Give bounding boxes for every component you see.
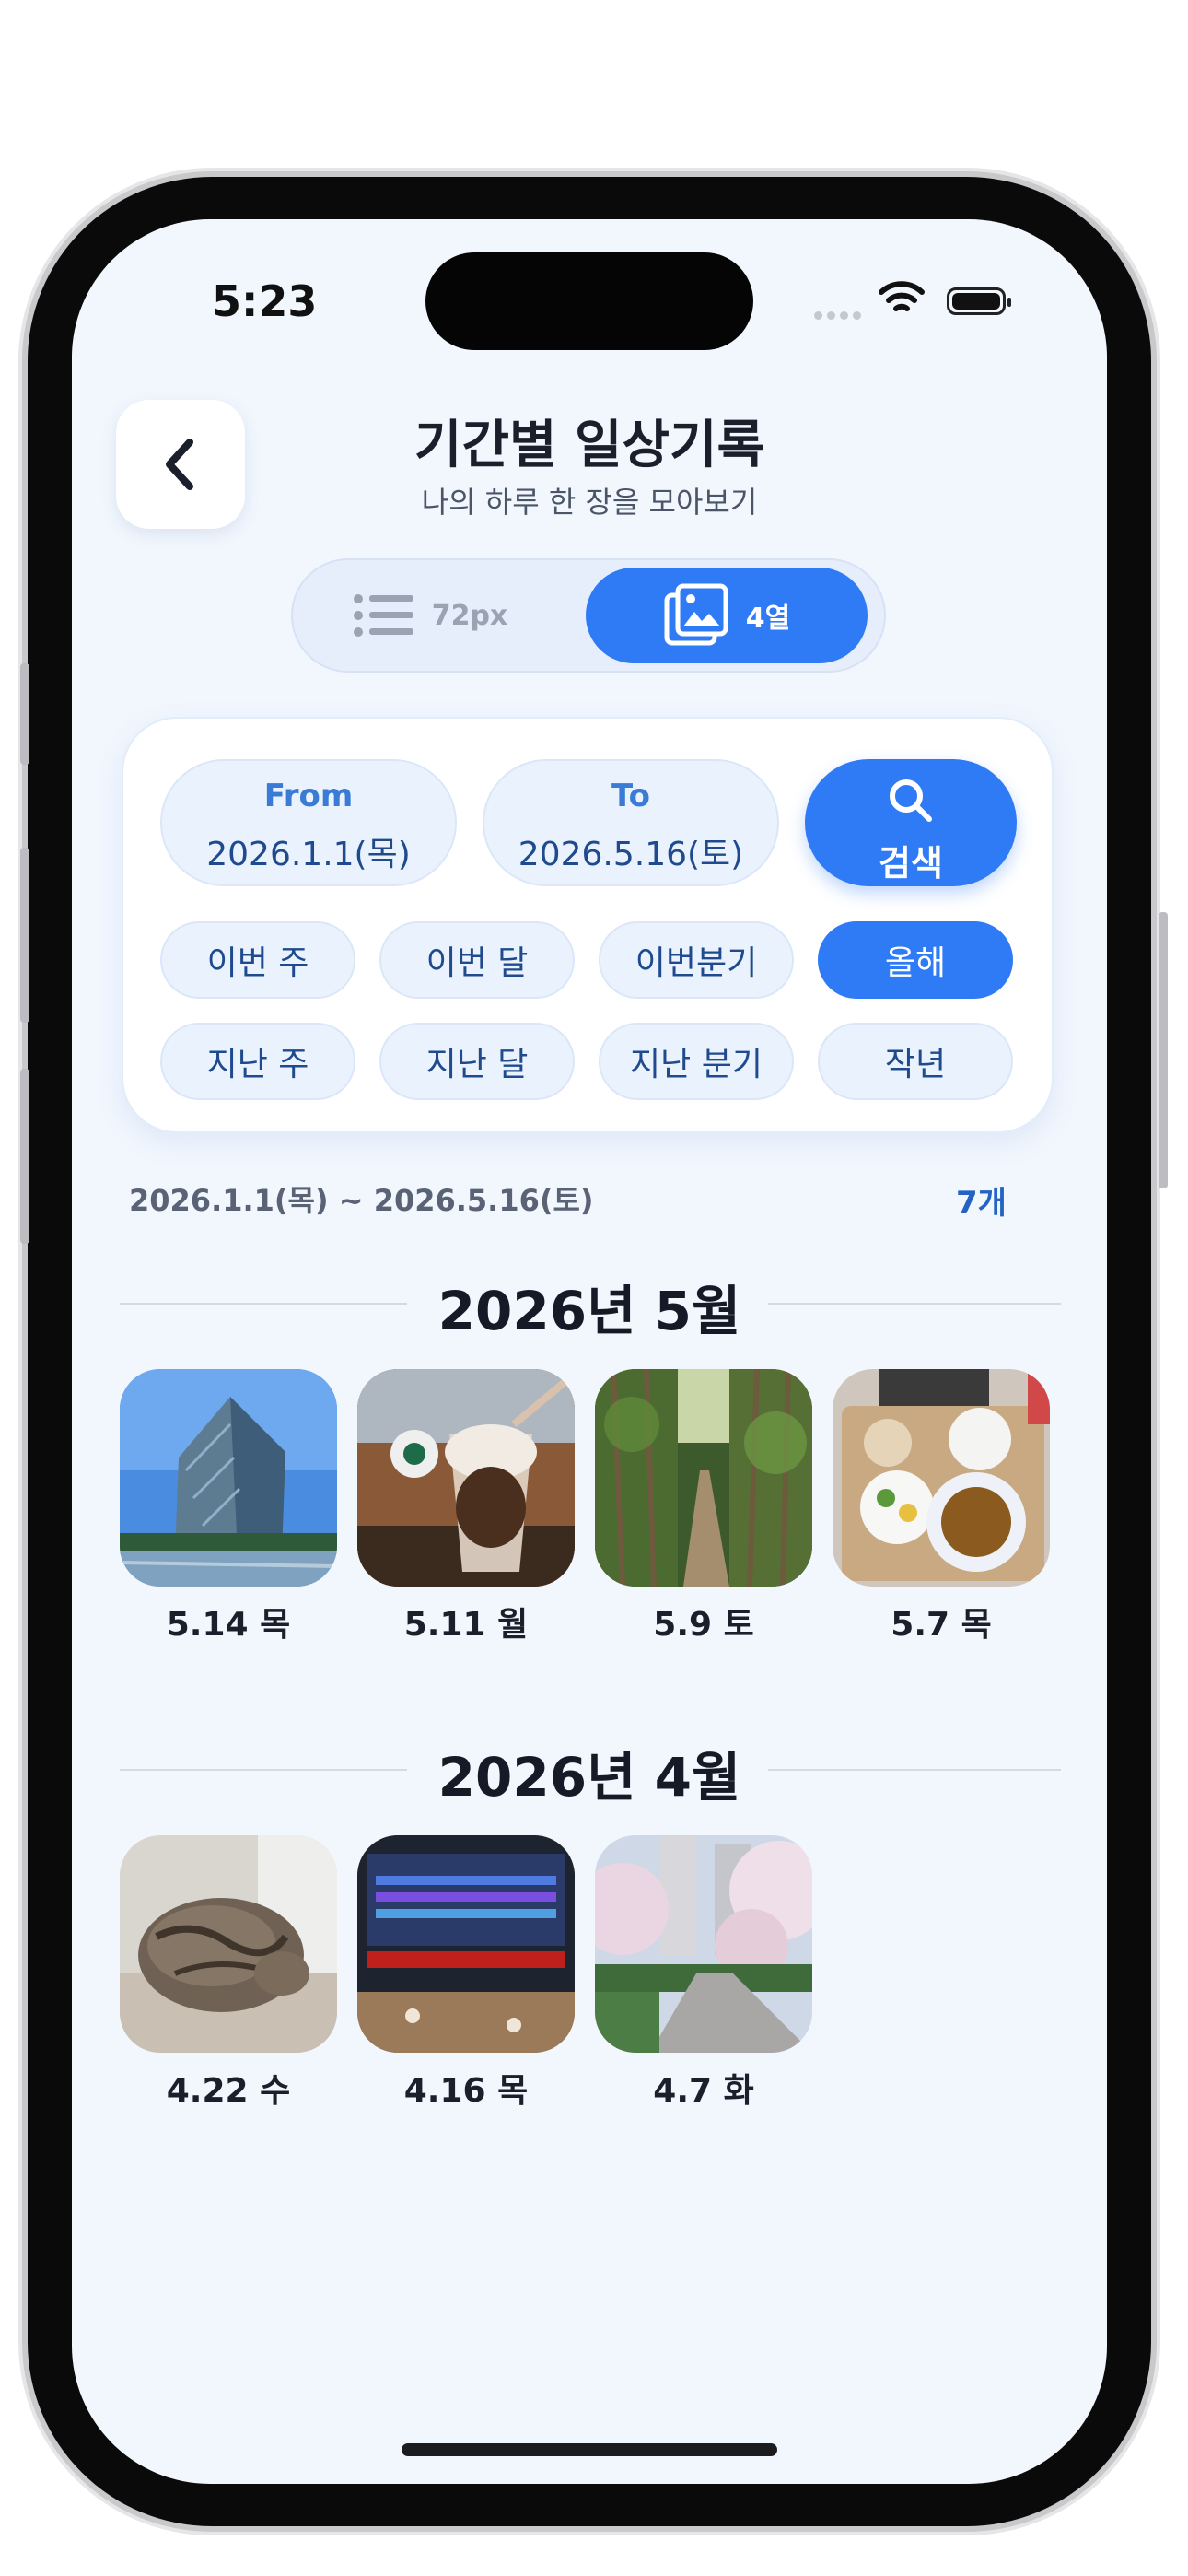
- photo-gallery-icon: [664, 583, 728, 646]
- preset-this-month[interactable]: 이번 달: [379, 921, 575, 999]
- photo-caption: 4.7 화: [653, 2072, 754, 2110]
- search-label: 검색: [879, 843, 943, 884]
- preset-this-quarter[interactable]: 이번분기: [599, 921, 794, 999]
- photo-caption: 4.22 수: [166, 2072, 291, 2110]
- preset-this-week[interactable]: 이번 주: [160, 921, 355, 999]
- preset-last-year[interactable]: 작년: [818, 1023, 1013, 1100]
- to-date-picker[interactable]: To 2026.5.16(토): [483, 759, 779, 886]
- home-indicator: [402, 2443, 777, 2456]
- side-button: [20, 663, 29, 765]
- grid-view-button[interactable]: 4열: [586, 568, 868, 663]
- photo-thumbnail[interactable]: [357, 1369, 575, 1587]
- from-label: From: [263, 778, 354, 814]
- screen: 5:23 기간별 일상기록 나의 하루 한 장을 모아보기 72px 4열 Fr…: [72, 219, 1107, 2484]
- status-time: 5:23: [212, 276, 318, 326]
- power-button: [1159, 912, 1168, 1188]
- search-icon: [890, 779, 932, 822]
- photo-caption: 5.7 목: [891, 1606, 992, 1644]
- photo-thumbnail[interactable]: [357, 1835, 575, 2053]
- photo-caption: 5.9 토: [653, 1606, 754, 1644]
- search-button[interactable]: 검색: [805, 759, 1017, 886]
- photo-thumbnail[interactable]: [120, 1835, 337, 2053]
- dynamic-island: [425, 252, 753, 350]
- list-view-button[interactable]: 72px: [313, 568, 547, 663]
- preset-last-month[interactable]: 지난 달: [379, 1023, 575, 1100]
- preset-last-week[interactable]: 지난 주: [160, 1023, 355, 1100]
- preset-this-year[interactable]: 올해: [818, 921, 1013, 999]
- from-date-picker[interactable]: From 2026.1.1(목): [160, 759, 457, 886]
- page-title: 기간별 일상기록: [413, 416, 765, 475]
- preset-last-quarter[interactable]: 지난 분기: [599, 1023, 794, 1100]
- volume-down-button: [20, 1069, 29, 1244]
- photo-thumbnail[interactable]: [595, 1835, 812, 2053]
- list-view-label: 72px: [431, 599, 508, 632]
- photo-thumbnail[interactable]: [833, 1369, 1050, 1587]
- month-header: 2026년 5월: [437, 1280, 741, 1342]
- result-count: 7개: [956, 1185, 1007, 1222]
- to-label: To: [611, 778, 651, 814]
- photo-thumbnail[interactable]: [120, 1369, 337, 1587]
- battery-icon: [947, 287, 1011, 315]
- to-value: 2026.5.16(토): [518, 836, 744, 873]
- month-header: 2026년 4월: [437, 1746, 741, 1809]
- cellular-signal-icon: [814, 306, 866, 323]
- photo-caption: 5.11 월: [403, 1606, 529, 1644]
- grid-view-label: 4열: [745, 603, 791, 635]
- photo-caption: 4.16 목: [403, 2072, 529, 2110]
- volume-up-button: [20, 848, 29, 1023]
- photo-thumbnail[interactable]: [595, 1369, 812, 1587]
- photo-caption: 5.14 목: [166, 1606, 291, 1644]
- page-subtitle: 나의 하루 한 장을 모아보기: [421, 485, 758, 520]
- date-range-summary: 2026.1.1(목) ~ 2026.5.16(토): [129, 1183, 594, 1218]
- list-icon: [353, 594, 413, 637]
- from-value: 2026.1.1(목): [206, 836, 411, 873]
- wifi-icon: [879, 280, 925, 321]
